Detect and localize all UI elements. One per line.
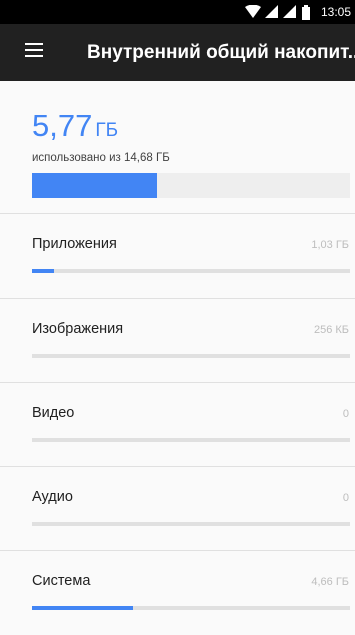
status-bar: 13:05 [0, 0, 355, 24]
page-title: Внутренний общий накопит... [87, 42, 355, 63]
category-label: Видео [32, 405, 75, 421]
storage-summary: 5,77 ГБ использовано из 14,68 ГБ [0, 81, 355, 213]
category-label: Приложения [32, 236, 117, 252]
category-label: Аудио [32, 489, 73, 505]
category-label: Изображения [32, 321, 124, 337]
category-row-images[interactable]: Изображения 256 КБ [0, 299, 355, 383]
category-size: 0 [342, 408, 349, 420]
status-time: 13:05 [320, 5, 351, 19]
battery-icon [301, 4, 311, 20]
used-amount: 5,77 [32, 108, 93, 143]
category-row-audio[interactable]: Аудио 0 [0, 467, 355, 551]
category-usage-bar [32, 354, 350, 358]
storage-usage-bar-fill [32, 173, 157, 198]
signal-icon [264, 5, 279, 19]
used-storage-subtitle: использовано из 14,68 ГБ [32, 152, 170, 164]
category-row-video[interactable]: Видео 0 [0, 383, 355, 467]
category-size: 4,66 ГБ [311, 576, 349, 588]
category-usage-bar [32, 438, 350, 442]
used-unit: ГБ [95, 120, 119, 141]
category-usage-bar-fill [32, 606, 133, 610]
category-row-apps[interactable]: Приложения 1,03 ГБ [0, 214, 355, 298]
category-size: 0 [342, 492, 349, 504]
signal-icon [282, 5, 297, 19]
app-toolbar: Внутренний общий накопит... [0, 24, 355, 81]
menu-icon [25, 43, 43, 62]
category-usage-bar [32, 269, 350, 273]
category-usage-bar [32, 606, 350, 610]
status-icons: 13:05 [244, 0, 351, 24]
category-size: 256 КБ [313, 324, 349, 336]
wifi-icon [244, 5, 261, 19]
category-size: 1,03 ГБ [311, 239, 349, 251]
storage-usage-bar [32, 173, 350, 198]
category-usage-bar-fill [32, 269, 55, 273]
used-storage-value: 5,77 ГБ [32, 108, 118, 144]
menu-button[interactable] [22, 24, 46, 81]
category-row-system[interactable]: Система 4,66 ГБ [0, 551, 355, 635]
category-usage-bar [32, 522, 350, 526]
category-label: Система [32, 573, 91, 589]
